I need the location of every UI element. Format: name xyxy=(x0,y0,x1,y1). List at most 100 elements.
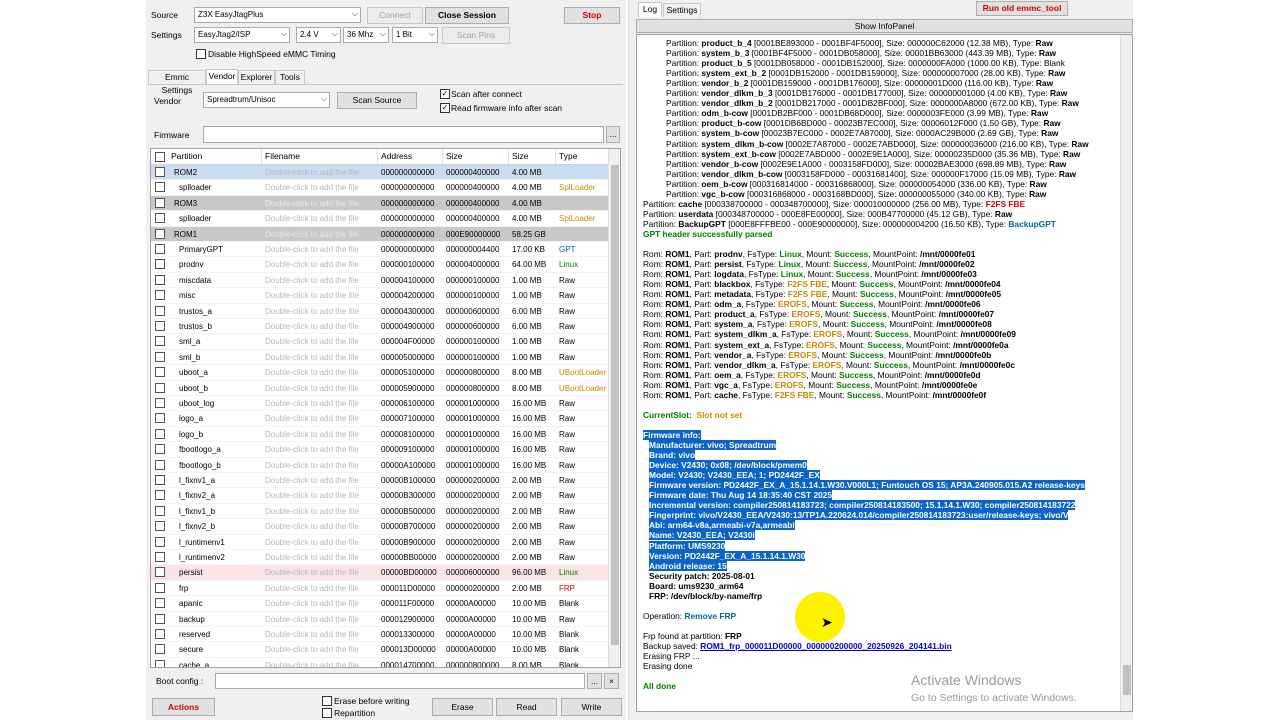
row-checkbox[interactable] xyxy=(155,567,165,578)
row-checkbox[interactable] xyxy=(155,644,165,655)
close-session-button[interactable]: Close Session xyxy=(425,7,509,24)
row-checkbox[interactable] xyxy=(155,213,165,224)
backup-file-link[interactable]: ROM1_frp_000011D00000_000000200000_20250… xyxy=(700,641,951,651)
row-checkbox[interactable] xyxy=(155,475,165,485)
row-checkbox[interactable] xyxy=(155,490,165,501)
row-checkbox[interactable] xyxy=(155,336,165,347)
row-checkbox[interactable] xyxy=(155,629,165,639)
cell-filename[interactable]: Double-click to add the file xyxy=(262,273,378,288)
row-checkbox[interactable] xyxy=(155,228,165,239)
row-checkbox[interactable] xyxy=(155,598,165,609)
run-old-emmc-tool-button[interactable]: Run old emmc_tool xyxy=(976,1,1068,16)
boot-config-clear-button[interactable]: × xyxy=(604,673,619,689)
cell-filename[interactable]: Double-click to add the file xyxy=(262,211,378,226)
boot-config-browse-button[interactable]: ... xyxy=(587,673,602,689)
cell-filename[interactable]: Double-click to add the file xyxy=(262,581,378,596)
table-row[interactable]: l_fixnv2_a Double-click to add the file 00… xyxy=(151,488,609,504)
actions-button[interactable]: Actions xyxy=(152,698,215,716)
cell-filename[interactable]: Double-click to add the file xyxy=(262,658,378,667)
cell-filename[interactable]: Double-click to add the file xyxy=(262,304,378,319)
table-row[interactable]: backup Double-click to add the file 000012… xyxy=(151,612,609,627)
tab-emmc-settings[interactable]: Emmc Settings xyxy=(148,70,206,95)
cell-filename[interactable]: Double-click to add the file xyxy=(262,565,378,580)
cell-filename[interactable]: Double-click to add the file xyxy=(262,381,378,396)
col-filename[interactable]: Filename xyxy=(262,149,378,164)
row-checkbox[interactable] xyxy=(155,244,165,254)
erase-button[interactable]: Erase xyxy=(432,698,493,716)
table-row[interactable]: apanic Double-click to add the file 000011… xyxy=(151,596,609,612)
select-all-checkbox[interactable] xyxy=(155,152,165,162)
show-infopanel-button[interactable]: Show InfoPanel xyxy=(636,19,1133,33)
table-row[interactable]: logo_b Double-click to add the file 000008… xyxy=(151,427,609,443)
log-scrollbar-thumb[interactable] xyxy=(1123,665,1131,695)
table-row[interactable]: fbootlogo_a Double-click to add the file 0… xyxy=(151,442,609,458)
cell-filename[interactable]: Double-click to add the file xyxy=(262,488,378,503)
cell-filename[interactable]: Double-click to add the file xyxy=(262,411,378,426)
log-scrollbar[interactable] xyxy=(1120,35,1132,711)
tab-explorer[interactable]: Explorer xyxy=(238,70,275,85)
cell-filename[interactable]: Double-click to add the file xyxy=(262,550,378,565)
read-button[interactable]: Read xyxy=(496,698,557,716)
repartition-checkbox[interactable] xyxy=(322,708,332,718)
table-row[interactable]: ROM1 Double-click to add the file 00000000… xyxy=(151,226,609,242)
table-row[interactable]: logo_a Double-click to add the file 000007… xyxy=(151,411,609,427)
tab-vendor[interactable]: Vendor xyxy=(206,69,238,85)
row-checkbox[interactable] xyxy=(155,613,165,624)
cell-filename[interactable]: Double-click to add the file xyxy=(262,473,378,488)
row-checkbox[interactable] xyxy=(155,321,165,331)
row-checkbox[interactable] xyxy=(155,444,165,455)
row-checkbox[interactable] xyxy=(155,413,165,424)
table-row[interactable]: prodnv Double-click to add the file 000000… xyxy=(151,257,609,273)
cell-filename[interactable]: Double-click to add the file xyxy=(262,535,378,550)
cell-filename[interactable]: Double-click to add the file xyxy=(262,242,378,257)
cell-filename[interactable]: Double-click to add the file xyxy=(262,196,378,211)
table-row[interactable]: l_runtimenv2 Double-click to add the file… xyxy=(151,550,609,566)
row-checkbox[interactable] xyxy=(155,398,165,408)
table-row[interactable]: l_fixnv1_a Double-click to add the file 00… xyxy=(151,473,609,489)
disable-highspeed-checkbox[interactable] xyxy=(196,49,206,59)
firmware-browse-button[interactable]: ... xyxy=(606,126,620,143)
source-select[interactable]: Z3X EasyJtagPlus ⌵ xyxy=(194,7,361,23)
cell-filename[interactable]: Double-click to add the file xyxy=(262,165,378,180)
row-checkbox[interactable] xyxy=(155,167,165,177)
cell-filename[interactable]: Double-click to add the file xyxy=(262,519,378,534)
cell-filename[interactable]: Double-click to add the file xyxy=(262,180,378,195)
table-row[interactable]: splloader Double-click to add the file 000… xyxy=(151,180,609,196)
row-checkbox[interactable] xyxy=(155,197,165,208)
table-row[interactable]: reserved Double-click to add the file 0000… xyxy=(151,627,609,643)
read-fw-info-checkbox[interactable]: ✓ xyxy=(440,103,450,113)
table-row[interactable]: frp Double-click to add the file 000011D00… xyxy=(151,581,609,597)
write-button[interactable]: Write xyxy=(561,698,622,716)
row-checkbox[interactable] xyxy=(155,536,165,547)
scan-pins-button[interactable]: Scan Pins xyxy=(442,27,510,44)
row-checkbox[interactable] xyxy=(155,382,165,393)
table-row[interactable]: l_fixnv2_b Double-click to add the file 00… xyxy=(151,519,609,535)
table-row[interactable]: persist Double-click to add the file 00000… xyxy=(151,565,609,581)
table-row[interactable]: misc Double-click to add the file 00000420… xyxy=(151,288,609,304)
row-checkbox[interactable] xyxy=(155,290,165,301)
cell-filename[interactable]: Double-click to add the file xyxy=(262,334,378,349)
tab-log[interactable]: Log xyxy=(638,2,662,17)
row-checkbox[interactable] xyxy=(155,428,165,439)
cell-filename[interactable]: Double-click to add the file xyxy=(262,504,378,519)
table-row[interactable]: ROM3 Double-click to add the file 00000000… xyxy=(151,195,609,212)
frequency-select[interactable]: 36 Mhz ⌵ xyxy=(343,27,389,43)
row-checkbox[interactable] xyxy=(155,582,165,593)
tab-tools[interactable]: Tools xyxy=(275,70,305,85)
table-row[interactable]: cache_a Double-click to add the file 00001… xyxy=(151,658,609,667)
interface-select[interactable]: EasyJtag2/ISP ⌵ xyxy=(194,27,290,43)
table-row[interactable]: trustos_a Double-click to add the file 000… xyxy=(151,304,609,319)
table-row[interactable]: trustos_b Double-click to add the file 000… xyxy=(151,319,609,335)
cell-filename[interactable]: Double-click to add the file xyxy=(262,350,378,365)
row-checkbox[interactable] xyxy=(155,552,165,562)
cell-filename[interactable]: Double-click to add the file xyxy=(262,427,378,442)
row-checkbox[interactable] xyxy=(155,367,165,378)
table-row[interactable]: miscdata Double-click to add the file 0000… xyxy=(151,273,609,289)
table-row[interactable]: sml_b Double-click to add the file 0000050… xyxy=(151,350,609,366)
stop-button[interactable]: Stop xyxy=(564,7,620,24)
cell-filename[interactable]: Double-click to add the file xyxy=(262,365,378,380)
erase-before-writing-checkbox[interactable] xyxy=(322,696,332,706)
cell-filename[interactable]: Double-click to add the file xyxy=(262,596,378,611)
table-row[interactable]: fbootlogo_b Double-click to add the file 0… xyxy=(151,458,609,473)
cell-filename[interactable]: Double-click to add the file xyxy=(262,458,378,473)
